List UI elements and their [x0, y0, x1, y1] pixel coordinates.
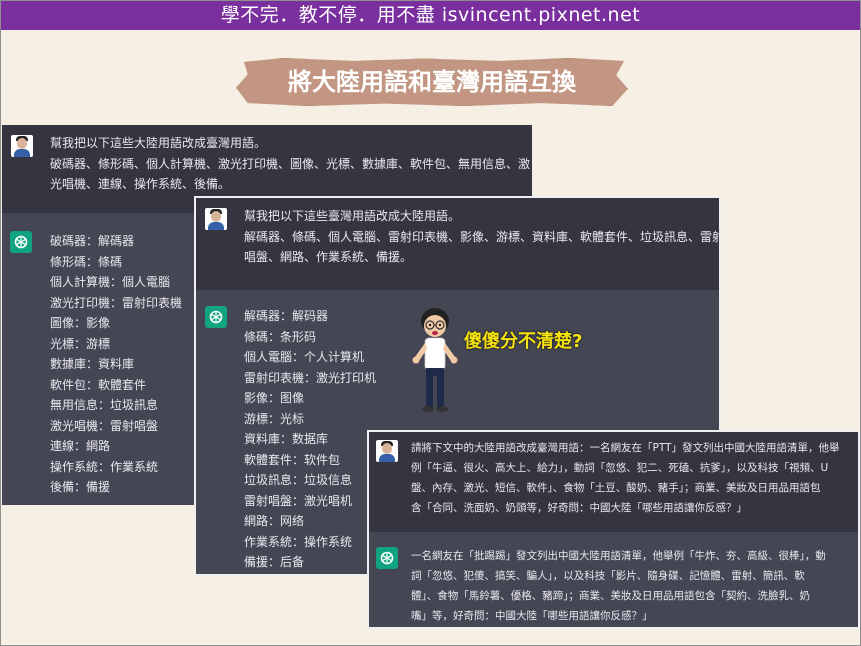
- list-item: 條形碼：條碼: [50, 254, 123, 269]
- list-item: 垃圾訊息：垃圾信息: [244, 473, 353, 487]
- chat-panel-3: 請將下文中的大陸用語改成臺灣用語：一名網友在「PTT」發文列出中國大陸用語清單，…: [367, 430, 860, 629]
- list-item: 圖像：影像: [50, 316, 111, 330]
- answer-line: 嘴」等，好奇問：中國大陸「哪些用語讓你反感？」: [411, 610, 653, 622]
- prompt-line: 例「牛逼、很火、高大上、給力」，動詞「忽悠、犯二、死磕、抗爹」，以及科技「視頻、…: [411, 462, 829, 474]
- prompt-line: 幫我把以下這些大陸用語改成臺灣用語。: [50, 136, 267, 150]
- chatgpt-logo-icon: [10, 231, 32, 253]
- prompt-text: 幫我把以下這些大陸用語改成臺灣用語。 破碼器、條形碼、個人計算機、激光打印機、圖…: [50, 133, 530, 195]
- list-item: 條碼：条形码: [244, 329, 317, 344]
- answer-line: 詞「忽悠、犯傻、搞笑、騙人」，以及科技「影片、隨身碟、記憶體、雷射、簡訊、軟: [411, 570, 805, 582]
- prompt-line: 光唱機、連線、操作系統、後備。: [50, 177, 231, 191]
- list-item: 操作系統：作業系統: [50, 459, 159, 474]
- list-item: 備援：后备: [244, 555, 305, 569]
- prompt-section: 幫我把以下這些臺灣用語改成大陸用語。 解碼器、條碼、個人電腦、雷射印表機、影像、…: [196, 198, 719, 290]
- list-item: 激光唱機：雷射唱盤: [50, 418, 159, 433]
- prompt-text: 幫我把以下這些臺灣用語改成大陸用語。 解碼器、條碼、個人電腦、雷射印表機、影像、…: [244, 206, 721, 268]
- prompt-line: 盤、內存、激光、短信、軟件」、食物「土豆、酸奶、豬手」；商業、美妝及日用品用語包: [411, 482, 821, 494]
- list-item: 軟件包：軟體套件: [50, 377, 147, 392]
- list-item: 無用信息：垃圾訊息: [50, 398, 159, 412]
- prompt-line: 唱盤、網路、作業系統、備援。: [244, 250, 413, 264]
- prompt-line: 幫我把以下這些臺灣用語改成大陸用語。: [244, 209, 461, 223]
- list-item: 網路：网络: [244, 514, 305, 528]
- user-avatar-icon: [376, 440, 398, 462]
- prompt-text: 請將下文中的大陸用語改成臺灣用語：一名網友在「PTT」發文列出中國大陸用語清單，…: [411, 438, 839, 518]
- page-title: 將大陸用語和臺灣用語互換: [288, 68, 576, 96]
- list-item: 影像：图像: [244, 391, 305, 405]
- prompt-line: 含「合同、洗面奶、奶頭等，好奇問：中國大陸「哪些用語讓你反感？」: [411, 502, 747, 514]
- answer-line: 體」、食物「馬鈴薯、優格、豬蹄」；商業、美妝及日用品用語包含「契約、洗臉乳、奶: [411, 590, 810, 602]
- prompt-section: 請將下文中的大陸用語改成臺灣用語：一名網友在「PTT」發文列出中國大陸用語清單，…: [369, 432, 858, 532]
- list-item: 後備：備援: [50, 480, 111, 494]
- answer-line: 一名網友在「批踢踢」發文列出中國大陸用語清單，他舉例「牛炸、夯、高級、很棒」，動: [411, 550, 826, 562]
- list-item: 游標：光标: [244, 411, 305, 426]
- chatgpt-logo-icon: [205, 306, 227, 328]
- list-item: 資料庫：数据库: [244, 432, 329, 446]
- answer-section: 一名網友在「批踢踢」發文列出中國大陸用語清單，他舉例「牛炸、夯、高級、很棒」，動…: [369, 532, 858, 627]
- list-item: 個人電腦：个人计算机: [244, 350, 365, 364]
- list-item: 光標：游標: [50, 336, 111, 351]
- user-avatar-icon: [205, 208, 227, 230]
- list-item: 解碼器：解码器: [244, 309, 329, 323]
- list-item: 數據庫：資料庫: [50, 357, 135, 371]
- prompt-line: 解碼器、條碼、個人電腦、雷射印表機、影像、游標、資料庫、軟體套件、垃圾訊息、雷射: [244, 229, 721, 244]
- answer-list: 破碼器：解碼器 條形碼：條碼 個人計算機：個人電腦 激光打印機：雷射印表機 圖像…: [50, 231, 182, 498]
- site-banner: 學不完．教不停．用不盡 isvincent.pixnet.net: [0, 0, 861, 30]
- list-item: 連線：網路: [50, 439, 111, 453]
- prompt-line: 破碼器、條形碼、個人計算機、激光打印機、圖像、光標、數據庫、軟件包、無用信息、激: [50, 156, 531, 171]
- chatgpt-logo-icon: [376, 547, 398, 569]
- list-item: 個人計算機：個人電腦: [50, 275, 171, 289]
- user-avatar-icon: [11, 135, 33, 157]
- list-item: 激光打印機：雷射印表機: [50, 295, 183, 310]
- list-item: 軟體套件：软件包: [244, 452, 341, 467]
- answer-list: 解碼器：解码器 條碼：条形码 個人電腦：个人计算机 雷射印表機：激光打印机 影像…: [244, 306, 376, 573]
- list-item: 破碼器：解碼器: [50, 234, 135, 248]
- callout-text: 傻傻分不清楚?: [464, 331, 583, 352]
- list-item: 作業系統：操作系统: [244, 534, 353, 549]
- list-item: 雷射印表機：激光打印机: [244, 370, 377, 385]
- answer-text: 一名網友在「批踢踢」發文列出中國大陸用語清單，他舉例「牛炸、夯、高級、很棒」，動…: [411, 546, 826, 626]
- prompt-line: 請將下文中的大陸用語改成臺灣用語：一名網友在「PTT」發文列出中國大陸用語清單，…: [411, 442, 840, 454]
- cartoon-character: [412, 308, 458, 412]
- list-item: 雷射唱盤：激光唱机: [244, 493, 353, 508]
